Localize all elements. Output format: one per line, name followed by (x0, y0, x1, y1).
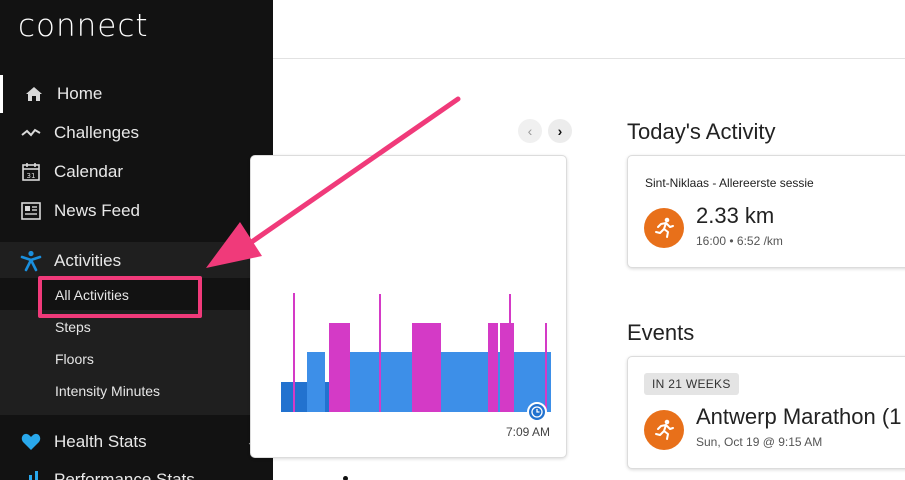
sidebar-subitem-steps[interactable]: Steps (55, 319, 91, 335)
chart-spike (379, 294, 381, 412)
chart-bar (329, 323, 350, 412)
todays-activity-card[interactable]: Sint-Niklaas - Allereerste sessie 2.33 k… (627, 155, 905, 268)
event-countdown-badge: IN 21 WEEKS (644, 373, 739, 395)
running-icon (644, 208, 684, 248)
event-date: Sun, Oct 19 @ 9:15 AM (696, 435, 823, 449)
sidebar-item-home[interactable]: Home (0, 75, 273, 113)
calendar-icon-day: 31 (27, 172, 36, 180)
activities-icon (20, 250, 42, 272)
top-bar (273, 0, 905, 59)
running-icon (644, 410, 684, 450)
activity-details: 16:00 • 6:52 /km (696, 234, 783, 248)
home-icon (23, 83, 45, 105)
sidebar-item-activities[interactable]: Activities (0, 242, 273, 280)
activity-distance: 2.33 km (696, 203, 775, 228)
chart-time-label: 7:09 AM (505, 425, 550, 439)
next-arrow-button[interactable]: › (548, 119, 572, 143)
sidebar-item-label: Home (57, 84, 103, 103)
sidebar-subitem-floors[interactable]: Floors (55, 351, 94, 367)
chart-bar (345, 352, 551, 412)
chart-bar (307, 352, 325, 412)
heart-icon (20, 431, 42, 453)
sidebar-item-health-stats[interactable]: Health Stats ⌄ (0, 423, 273, 461)
calendar-icon: 31 (20, 161, 42, 183)
chart-bar (488, 323, 498, 412)
performance-icon (20, 469, 42, 480)
sidebar-item-label: Health Stats (54, 432, 147, 451)
clock-icon (527, 402, 547, 422)
chart-spike (509, 294, 511, 412)
activity-name[interactable]: Sint-Niklaas - Allereerste sessie (645, 176, 814, 190)
sidebar-item-label: News Feed (54, 201, 140, 220)
connect-logo[interactable]: connect (18, 8, 149, 44)
activities-section: Activities All Activities Steps Floors I… (0, 242, 273, 415)
activity-timeline-chart (281, 293, 551, 422)
chart-bar (500, 323, 514, 412)
sidebar-item-label: Challenges (54, 123, 140, 142)
annotation-highlight-box (38, 276, 202, 318)
event-name[interactable]: Antwerp Marathon (1 (696, 404, 901, 430)
chart-spike (293, 293, 295, 412)
pagination-dot[interactable] (343, 476, 348, 480)
todays-activity-title: Today's Activity (627, 119, 776, 144)
sidebar-item-label: Performance Stats (54, 470, 195, 480)
chart-spike (545, 323, 547, 412)
news-feed-icon (20, 200, 42, 222)
previous-arrow-button[interactable]: ‹ (518, 119, 542, 143)
sidebar-item-performance-stats[interactable]: Performance Stats ⌄ (0, 461, 273, 480)
event-card[interactable]: IN 21 WEEKS Antwerp Marathon (1 Sun, Oct… (627, 356, 905, 469)
events-title: Events (627, 320, 695, 345)
sidebar: connect Home Challenges 31 Calendar News… (0, 0, 273, 480)
chevron-down-icon[interactable]: ⌄ (246, 472, 257, 480)
challenges-icon (20, 122, 42, 144)
chart-bar (412, 323, 441, 412)
sidebar-item-calendar[interactable]: 31 Calendar (0, 153, 273, 191)
sleep-chart-card[interactable]: 7:09 AM (250, 155, 567, 458)
sidebar-item-challenges[interactable]: Challenges (0, 114, 273, 152)
sidebar-item-label: Calendar (54, 162, 123, 181)
sidebar-item-label: Activities (54, 251, 122, 270)
sidebar-item-news-feed[interactable]: News Feed (0, 192, 273, 230)
sidebar-subitem-intensity-minutes[interactable]: Intensity Minutes (55, 383, 160, 399)
